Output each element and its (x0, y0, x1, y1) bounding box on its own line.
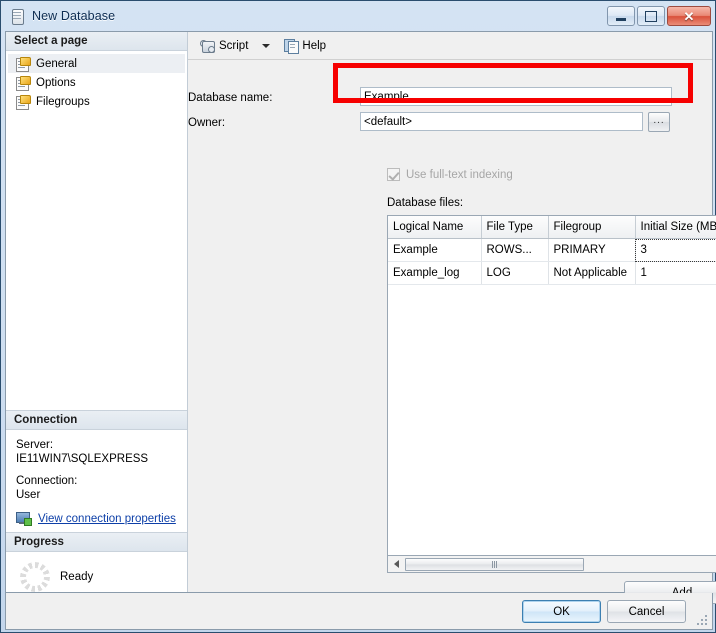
database-icon (11, 8, 25, 25)
database-files-label: Database files: (387, 197, 464, 209)
fulltext-indexing-label: Use full-text indexing (406, 168, 513, 181)
page-list: General Options Filegroups (6, 51, 187, 111)
connection-label: Connection: (16, 475, 78, 487)
ok-button[interactable]: OK (522, 600, 601, 623)
help-label: Help (302, 39, 327, 52)
scroll-left-button[interactable] (388, 557, 404, 572)
page-icon (16, 94, 31, 110)
cancel-button[interactable]: Cancel (607, 600, 686, 623)
cell-filegroup[interactable]: Not Applicable (548, 261, 636, 285)
column-header-logical-name[interactable]: Logical Name (388, 216, 482, 239)
script-icon (200, 39, 215, 53)
database-files-grid[interactable]: Logical Name File Type Filegroup Initial… (387, 215, 716, 556)
connection-value: User (16, 489, 41, 501)
owner-input[interactable] (360, 112, 643, 131)
sidebar-item-label: Options (36, 76, 76, 89)
sidebar-item-general[interactable]: General (8, 54, 185, 73)
server-label: Server: (16, 439, 54, 451)
title-bar[interactable]: New Database ✕ (1, 1, 716, 31)
view-connection-properties-link[interactable]: View connection properties (38, 512, 176, 526)
table-row[interactable]: Example ROWS... PRIMARY 3 By 1 MB, Unlim… (388, 238, 716, 262)
right-pane: Script Help Database name: Owner: (188, 32, 716, 604)
window-title: New Database (32, 9, 116, 23)
resize-grip[interactable] (697, 615, 709, 627)
cell-initial-size[interactable]: 3 (635, 238, 716, 262)
sidebar: Select a page General Options Filegroups… (6, 32, 188, 592)
sidebar-item-options[interactable]: Options (8, 73, 185, 92)
cell-file-type[interactable]: ROWS... (481, 238, 549, 262)
scrollbar-thumb[interactable] (405, 557, 585, 571)
cell-initial-size[interactable]: 1 (635, 261, 716, 285)
script-label: Script (219, 39, 249, 52)
cell-filegroup[interactable]: PRIMARY (548, 238, 636, 262)
chevron-down-icon[interactable] (262, 43, 271, 48)
fulltext-indexing-row: Use full-text indexing (387, 168, 513, 181)
database-name-label: Database name: (188, 92, 273, 104)
server-value: IE11WIN7\SQLEXPRESS (16, 453, 149, 465)
column-header-filegroup[interactable]: Filegroup (548, 216, 636, 239)
database-name-input[interactable] (360, 87, 672, 106)
connection-header: Connection (6, 410, 187, 430)
sidebar-item-label: General (36, 57, 77, 70)
connection-properties-icon (16, 512, 32, 526)
progress-status: Ready (60, 571, 94, 583)
cell-file-type[interactable]: LOG (481, 261, 549, 285)
select-a-page-header: Select a page (6, 32, 187, 51)
dialog-footer: OK Cancel (5, 593, 713, 630)
progress-spinner-icon (20, 562, 50, 592)
view-connection-properties-row[interactable]: View connection properties (16, 512, 187, 526)
new-database-dialog: New Database ✕ Select a page General Opt… (0, 0, 716, 633)
cell-logical-name[interactable]: Example (388, 238, 482, 262)
dialog-client-area: Select a page General Options Filegroups… (5, 31, 716, 604)
script-button[interactable]: Script (196, 37, 252, 55)
sidebar-item-label: Filegroups (36, 95, 90, 108)
owner-browse-button[interactable]: ... (648, 112, 670, 132)
fulltext-indexing-checkbox (387, 168, 400, 181)
general-page-form: Database name: Owner: ... Use full-text … (188, 60, 716, 604)
sidebar-item-filegroups[interactable]: Filegroups (8, 92, 185, 111)
column-header-file-type[interactable]: File Type (481, 216, 549, 239)
table-header-row: Logical Name File Type Filegroup Initial… (388, 216, 716, 239)
page-icon (16, 56, 31, 72)
cell-logical-name[interactable]: Example_log (388, 261, 482, 285)
toolbar: Script Help (188, 32, 712, 60)
minimize-button[interactable] (607, 6, 635, 26)
help-button[interactable]: Help (280, 37, 330, 55)
connection-info: Server: IE11WIN7\SQLEXPRESS Connection: … (6, 430, 187, 532)
help-icon (284, 38, 300, 54)
table-row[interactable]: Example_log LOG Not Applicable 1 By 10 p… (388, 261, 716, 285)
maximize-button[interactable] (637, 6, 665, 26)
grid-horizontal-scrollbar[interactable] (387, 556, 716, 573)
column-header-initial-size[interactable]: Initial Size (MB) (635, 216, 716, 239)
progress-header: Progress (6, 532, 187, 552)
scrollbar-track[interactable] (584, 557, 716, 572)
window-controls: ✕ (607, 6, 711, 26)
progress-info: Ready (6, 552, 187, 592)
close-button[interactable]: ✕ (667, 6, 711, 26)
page-icon (16, 75, 31, 91)
owner-label: Owner: (188, 117, 226, 129)
